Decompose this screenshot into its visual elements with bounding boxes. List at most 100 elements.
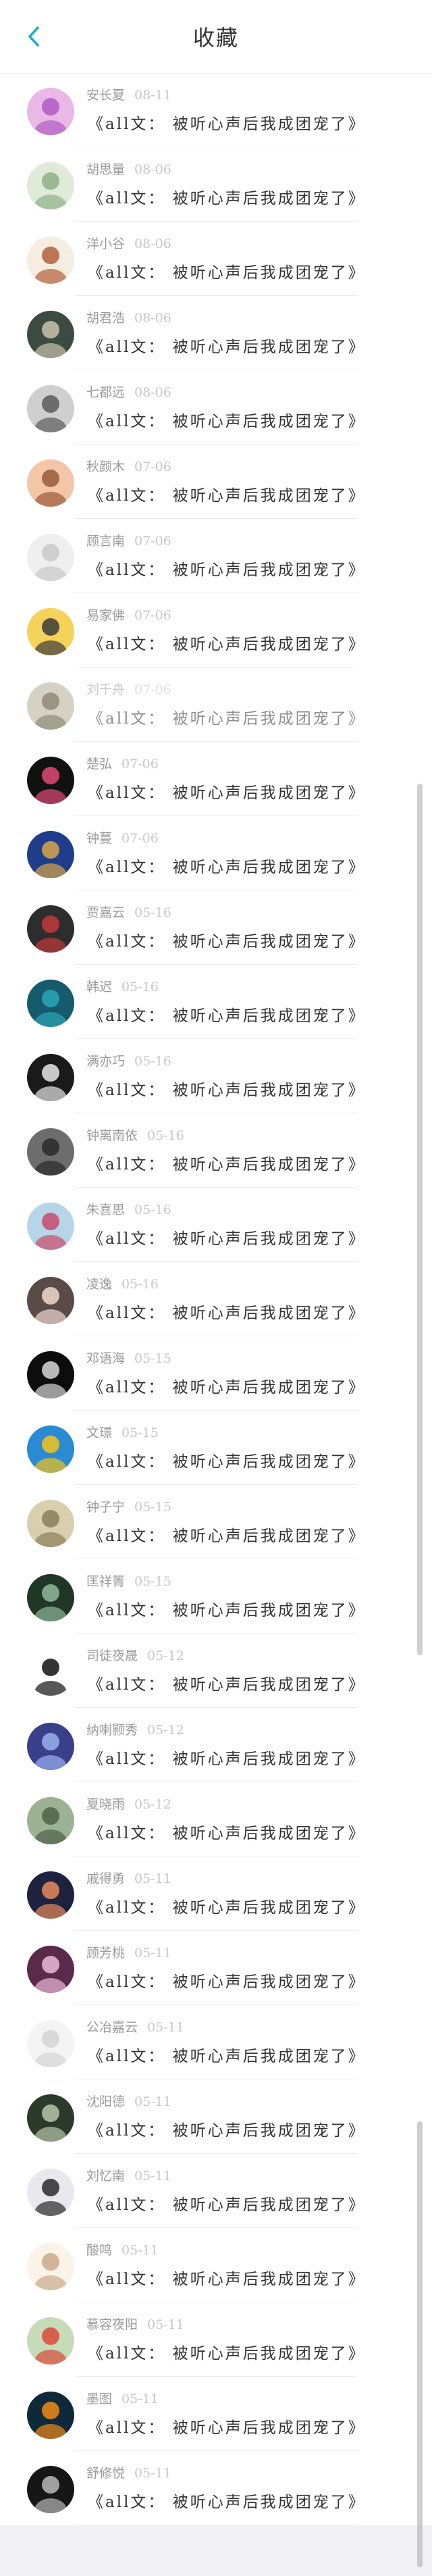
user-name[interactable]: 楚弘 — [86, 757, 112, 772]
avatar[interactable] — [27, 1946, 74, 1993]
avatar[interactable] — [27, 385, 74, 432]
avatar[interactable] — [27, 2169, 74, 2216]
avatar[interactable] — [27, 1648, 74, 1696]
item-message[interactable]: 《all文： 被听心声后我成团宠了》 — [88, 1597, 366, 1620]
item-message[interactable]: 《all文： 被听心声后我成团宠了》 — [88, 2117, 366, 2140]
item-message[interactable]: 《all文： 被听心声后我成团宠了》 — [88, 2340, 366, 2363]
list-item[interactable]: 顾芳桃 05-11 《all文： 被听心声后我成团宠了》 — [0, 1931, 432, 2005]
list-item[interactable]: 公冶嘉云 05-11 《all文： 被听心声后我成团宠了》 — [0, 2005, 432, 2079]
item-message[interactable]: 《all文： 被听心声后我成团宠了》 — [88, 1151, 366, 1174]
list-item[interactable]: 顾言南 07-06 《all文： 被听心声后我成团宠了》 — [0, 519, 432, 593]
user-name[interactable]: 七都远 — [86, 385, 125, 400]
avatar[interactable] — [27, 88, 74, 135]
item-message[interactable]: 《all文： 被听心声后我成团宠了》 — [88, 705, 366, 728]
user-name[interactable]: 朱喜思 — [86, 1203, 125, 1217]
item-message[interactable]: 《all文： 被听心声后我成团宠了》 — [88, 928, 366, 951]
list-item[interactable]: 胡君浩 08-06 《all文： 被听心声后我成团宠了》 — [0, 296, 432, 370]
item-message[interactable]: 《all文： 被听心声后我成团宠了》 — [88, 1003, 366, 1026]
avatar[interactable] — [27, 236, 74, 284]
user-name[interactable]: 秋颜木 — [86, 459, 125, 474]
item-message[interactable]: 《all文： 被听心声后我成团宠了》 — [88, 1374, 366, 1397]
item-message[interactable]: 《all文： 被听心声后我成团宠了》 — [88, 1969, 366, 1992]
avatar[interactable] — [27, 1425, 74, 1473]
user-name[interactable]: 洋小谷 — [86, 236, 125, 251]
avatar[interactable] — [27, 1797, 74, 1844]
list-item[interactable]: 司徒夜晟 05-12 《all文： 被听心声后我成团宠了》 — [0, 1634, 432, 1708]
avatar[interactable] — [27, 831, 74, 878]
avatar[interactable] — [27, 682, 74, 730]
avatar[interactable] — [27, 2466, 74, 2513]
list-item[interactable]: 胡思量 08-06 《all文： 被听心声后我成团宠了》 — [0, 147, 432, 222]
user-name[interactable]: 胡思量 — [86, 162, 125, 177]
avatar[interactable] — [27, 2243, 74, 2290]
avatar[interactable] — [27, 459, 74, 507]
user-name[interactable]: 舒修悦 — [86, 2466, 125, 2481]
list-item[interactable]: 楚弘 07-06 《all文： 被听心声后我成团宠了》 — [0, 742, 432, 816]
user-name[interactable]: 慕容夜阳 — [86, 2317, 138, 2332]
user-name[interactable]: 匡祥箐 — [86, 1574, 125, 1589]
avatar[interactable] — [27, 1277, 74, 1324]
scrollbar[interactable] — [417, 784, 423, 1655]
list-item[interactable]: 酸鸣 05-11 《all文： 被听心声后我成团宠了》 — [0, 2228, 432, 2302]
item-message[interactable]: 《all文： 被听心声后我成团宠了》 — [88, 482, 366, 505]
item-message[interactable]: 《all文： 被听心声后我成团宠了》 — [88, 1226, 366, 1248]
item-message[interactable]: 《all文： 被听心声后我成团宠了》 — [88, 854, 366, 877]
item-message[interactable]: 《all文： 被听心声后我成团宠了》 — [88, 185, 366, 208]
list-item[interactable]: 满亦巧 05-16 《all文： 被听心声后我成团宠了》 — [0, 1039, 432, 1113]
user-name[interactable]: 酸鸣 — [86, 2243, 112, 2258]
user-name[interactable]: 刘忆南 — [86, 2169, 125, 2183]
item-message[interactable]: 《all文： 被听心声后我成团宠了》 — [88, 1300, 366, 1323]
user-name[interactable]: 顾芳桃 — [86, 1946, 125, 1961]
item-message[interactable]: 《all文： 被听心声后我成团宠了》 — [88, 1746, 366, 1769]
avatar[interactable] — [27, 1723, 74, 1770]
avatar[interactable] — [27, 905, 74, 953]
user-name[interactable]: 钟离南依 — [86, 1128, 138, 1143]
item-message[interactable]: 《all文： 被听心声后我成团宠了》 — [88, 2489, 366, 2512]
list-item[interactable]: 纳喇颢秀 05-12 《all文： 被听心声后我成团宠了》 — [0, 1708, 432, 1782]
list-item[interactable]: 匡祥箐 05-15 《all文： 被听心声后我成团宠了》 — [0, 1559, 432, 1634]
list-item[interactable]: 韩迟 05-16 《all文： 被听心声后我成团宠了》 — [0, 965, 432, 1039]
avatar[interactable] — [27, 2094, 74, 2142]
item-message[interactable]: 《all文： 被听心声后我成团宠了》 — [88, 557, 366, 580]
back-button[interactable] — [19, 20, 49, 53]
user-name[interactable]: 戚得勇 — [86, 1871, 125, 1886]
list-item[interactable]: 钟子宁 05-15 《all文： 被听心声后我成团宠了》 — [0, 1485, 432, 1559]
avatar[interactable] — [27, 1351, 74, 1398]
user-name[interactable]: 贾嘉云 — [86, 905, 125, 920]
list-item[interactable]: 刘忆南 05-11 《all文： 被听心声后我成团宠了》 — [0, 2154, 432, 2228]
list-item[interactable]: 易家佛 07-06 《all文： 被听心声后我成团宠了》 — [0, 593, 432, 667]
user-name[interactable]: 韩迟 — [86, 980, 112, 994]
list-item[interactable]: 邓语海 05-15 《all文： 被听心声后我成团宠了》 — [0, 1336, 432, 1411]
user-name[interactable]: 邓语海 — [86, 1351, 125, 1366]
list-item[interactable]: 七都远 08-06 《all文： 被听心声后我成团宠了》 — [0, 370, 432, 445]
item-message[interactable]: 《all文： 被听心声后我成团宠了》 — [88, 2043, 366, 2066]
avatar[interactable] — [27, 1203, 74, 1250]
user-name[interactable]: 易家佛 — [86, 608, 125, 623]
list-item[interactable]: 洋小谷 08-06 《all文： 被听心声后我成团宠了》 — [0, 222, 432, 296]
item-message[interactable]: 《all文： 被听心声后我成团宠了》 — [88, 1894, 366, 1917]
user-name[interactable]: 夏晓雨 — [86, 1797, 125, 1812]
scrollbar-lower[interactable] — [417, 2121, 423, 2567]
list-item[interactable]: 慕容夜阳 05-11 《all文： 被听心声后我成团宠了》 — [0, 2302, 432, 2377]
user-name[interactable]: 安长夏 — [86, 88, 125, 103]
user-name[interactable]: 刘千舟 — [86, 682, 125, 697]
list-item[interactable]: 钟离南依 05-16 《all文： 被听心声后我成团宠了》 — [0, 1113, 432, 1188]
avatar[interactable] — [27, 2392, 74, 2439]
item-message[interactable]: 《all文： 被听心声后我成团宠了》 — [88, 259, 366, 282]
item-message[interactable]: 《all文： 被听心声后我成团宠了》 — [88, 1671, 366, 1694]
avatar[interactable] — [27, 608, 74, 655]
avatar[interactable] — [27, 1054, 74, 1101]
list-item[interactable]: 文璟 05-15 《all文： 被听心声后我成团宠了》 — [0, 1411, 432, 1485]
item-message[interactable]: 《all文： 被听心声后我成团宠了》 — [88, 1820, 366, 1843]
list-item[interactable]: 贾嘉云 05-16 《all文： 被听心声后我成团宠了》 — [0, 890, 432, 965]
avatar[interactable] — [27, 311, 74, 358]
user-name[interactable]: 顾言南 — [86, 534, 125, 549]
item-message[interactable]: 《all文： 被听心声后我成团宠了》 — [88, 408, 366, 431]
list-item[interactable]: 朱喜思 05-16 《all文： 被听心声后我成团宠了》 — [0, 1188, 432, 1262]
user-name[interactable]: 钟蔓 — [86, 831, 112, 846]
item-message[interactable]: 《all文： 被听心声后我成团宠了》 — [88, 111, 366, 134]
list-item[interactable]: 舒修悦 05-11 《all文： 被听心声后我成团宠了》 — [0, 2451, 432, 2525]
user-name[interactable]: 沈阳德 — [86, 2094, 125, 2109]
item-message[interactable]: 《all文： 被听心声后我成团宠了》 — [88, 1448, 366, 1471]
list-item[interactable]: 凌逸 05-16 《all文： 被听心声后我成团宠了》 — [0, 1262, 432, 1336]
